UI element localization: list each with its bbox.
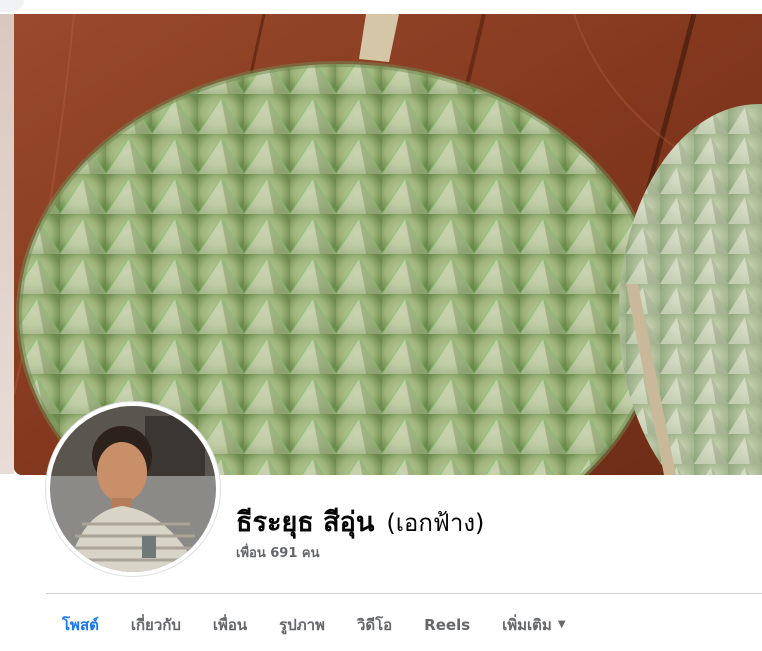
profile-tabs: โพสต์ เกี่ยวกับ เพื่อน รูปภาพ วิดีโอ Ree… [46, 598, 582, 651]
friends-count[interactable]: เพื่อน 691 คน [236, 542, 319, 563]
profile-name: ธีระยุธ สีอุ่น [236, 507, 375, 538]
profile-name-row: ธีระยุธ สีอุ่น (เอกฟ้าง) [236, 500, 484, 540]
tab-friends[interactable]: เพื่อน [197, 601, 263, 649]
profile-avatar[interactable] [46, 402, 220, 576]
profile-alternate-name: (เอกฟ้าง) [386, 509, 485, 537]
tab-more[interactable]: เพิ่มเติม ▼ [486, 601, 581, 649]
window-tab-edge [0, 0, 24, 12]
tab-about[interactable]: เกี่ยวกับ [115, 601, 197, 649]
top-strip [0, 0, 762, 14]
tab-photos[interactable]: รูปภาพ [263, 601, 341, 649]
tab-videos[interactable]: วิดีโอ [341, 601, 408, 649]
avatar-image [50, 406, 216, 572]
left-gutter [0, 14, 14, 474]
tab-reels[interactable]: Reels [408, 601, 486, 649]
tab-posts[interactable]: โพสต์ [46, 601, 115, 649]
caret-down-icon: ▼ [557, 619, 566, 630]
tabs-divider [46, 593, 762, 594]
tab-more-label: เพิ่มเติม [502, 615, 552, 634]
